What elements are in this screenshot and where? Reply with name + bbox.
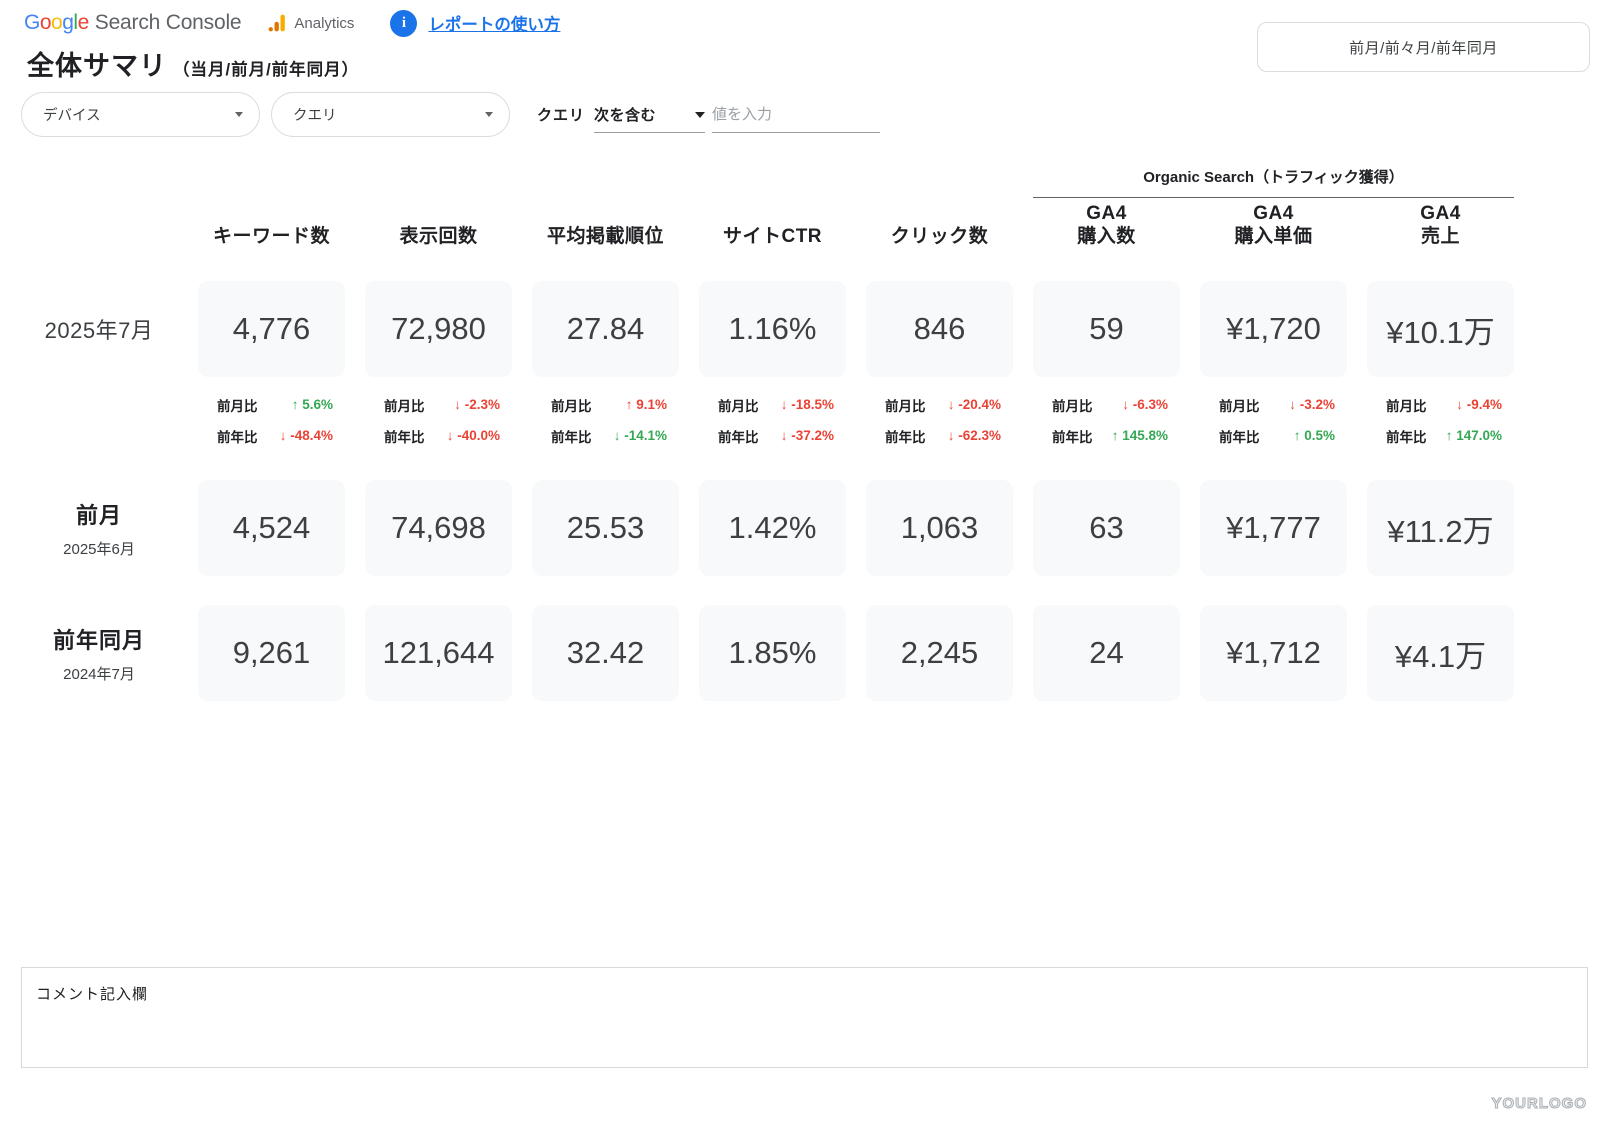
metric-card: 1.42% [699,480,846,576]
your-logo-watermark: YOURLOGO [1491,1095,1587,1112]
row-label-current-month: 2025年7月 [20,281,178,377]
column-header-site-ctr: サイトCTR [699,198,846,258]
report-page: Google Search Console Analytics i レポートの使… [0,0,1612,1139]
page-title-suffix: （当月/前月/前年同月） [173,56,359,80]
page-title: 全体サマリ [27,44,167,83]
analytics-logo-group: Analytics [267,13,354,33]
column-header-ga4-purchase-price: GA4購入単価 [1200,198,1347,258]
metric-card: 63 [1033,480,1180,576]
analytics-icon [267,13,287,33]
chevron-down-icon [485,112,493,117]
google-logo: Google [24,11,89,35]
column-header-impressions: 表示回数 [365,198,512,258]
metric-card: 1.16% [699,281,846,377]
metric-card: ¥4.1万 [1367,605,1514,701]
condition-select[interactable]: 次を含む [594,97,705,133]
metric-card: 846 [866,281,1013,377]
filter-value-input[interactable] [712,97,880,133]
metric-card: 72,980 [365,281,512,377]
query-filter-label: クエリ [293,104,337,125]
comment-box[interactable]: コメント記入欄 [21,967,1588,1068]
metric-card: 27.84 [532,281,679,377]
dropdown-arrow-icon [695,112,705,118]
metric-card: 4,524 [198,480,345,576]
metric-card: 121,644 [365,605,512,701]
metric-card: 24 [1033,605,1180,701]
info-icon: i [390,10,417,37]
query-condition-label: クエリ [537,92,585,137]
column-header-avg-position: 平均掲載順位 [532,198,679,258]
comparison-cell: 前月比↓ -2.3% 前年比↓ -40.0% [365,377,512,480]
comparison-cell: 前月比↓ -18.5% 前年比↓ -37.2% [699,377,846,480]
metric-card: 74,698 [365,480,512,576]
organic-search-header: Organic Search（トラフィック獲得） [1033,155,1514,198]
metric-card: 9,261 [198,605,345,701]
metric-card: 1.85% [699,605,846,701]
comparison-cell: 前月比↑ 9.1% 前年比↓ -14.1% [532,377,679,480]
device-filter-dropdown[interactable]: デバイス [21,92,260,137]
metric-card: 4,776 [198,281,345,377]
column-header-keywords: キーワード数 [198,198,345,258]
metric-card: ¥11.2万 [1367,480,1514,576]
brand-row: Google Search Console Analytics i レポートの使… [24,8,560,38]
comparison-cell: 前月比↓ -3.2% 前年比↑ 0.5% [1200,377,1347,480]
summary-table: Organic Search（トラフィック獲得） キーワード数 表示回数 平均掲… [20,155,1514,701]
metric-card: ¥1,777 [1200,480,1347,576]
column-header-ga4-purchases: GA4購入数 [1033,198,1180,258]
filter-bar: デバイス クエリ クエリ 次を含む [21,92,1021,138]
help-link-group[interactable]: i レポートの使い方 [390,10,560,37]
row-label-previous-month: 前月 2025年6月 [20,480,178,576]
metric-card: ¥10.1万 [1367,281,1514,377]
report-help-link[interactable]: レポートの使い方 [428,11,560,35]
chevron-down-icon [235,112,243,117]
row-label-last-year-month: 前年同月 2024年7月 [20,605,178,701]
column-header-ga4-revenue: GA4売上 [1367,198,1514,258]
metric-card: ¥1,712 [1200,605,1347,701]
condition-value: 次を含む [594,104,656,125]
metric-card: ¥1,720 [1200,281,1347,377]
comparison-cell: 前月比↓ -20.4% 前年比↓ -62.3% [866,377,1013,480]
metric-card: 2,245 [866,605,1013,701]
comparison-cell: 前月比↓ -9.4% 前年比↑ 147.0% [1367,377,1514,480]
analytics-label: Analytics [294,15,354,32]
query-filter-dropdown[interactable]: クエリ [271,92,510,137]
search-console-label: Search Console [95,11,242,35]
comparison-cell: 前月比↓ -6.3% 前年比↑ 145.8% [1033,377,1180,480]
metric-card: 59 [1033,281,1180,377]
period-compare-button[interactable]: 前月/前々月/前年同月 [1257,22,1590,72]
title-row: 全体サマリ （当月/前月/前年同月） [27,44,359,83]
metric-card: 32.42 [532,605,679,701]
metric-card: 25.53 [532,480,679,576]
comparison-cell: 前月比↑ 5.6% 前年比↓ -48.4% [198,377,345,480]
device-filter-label: デバイス [43,104,101,125]
column-header-clicks: クリック数 [866,198,1013,258]
metric-card: 1,063 [866,480,1013,576]
